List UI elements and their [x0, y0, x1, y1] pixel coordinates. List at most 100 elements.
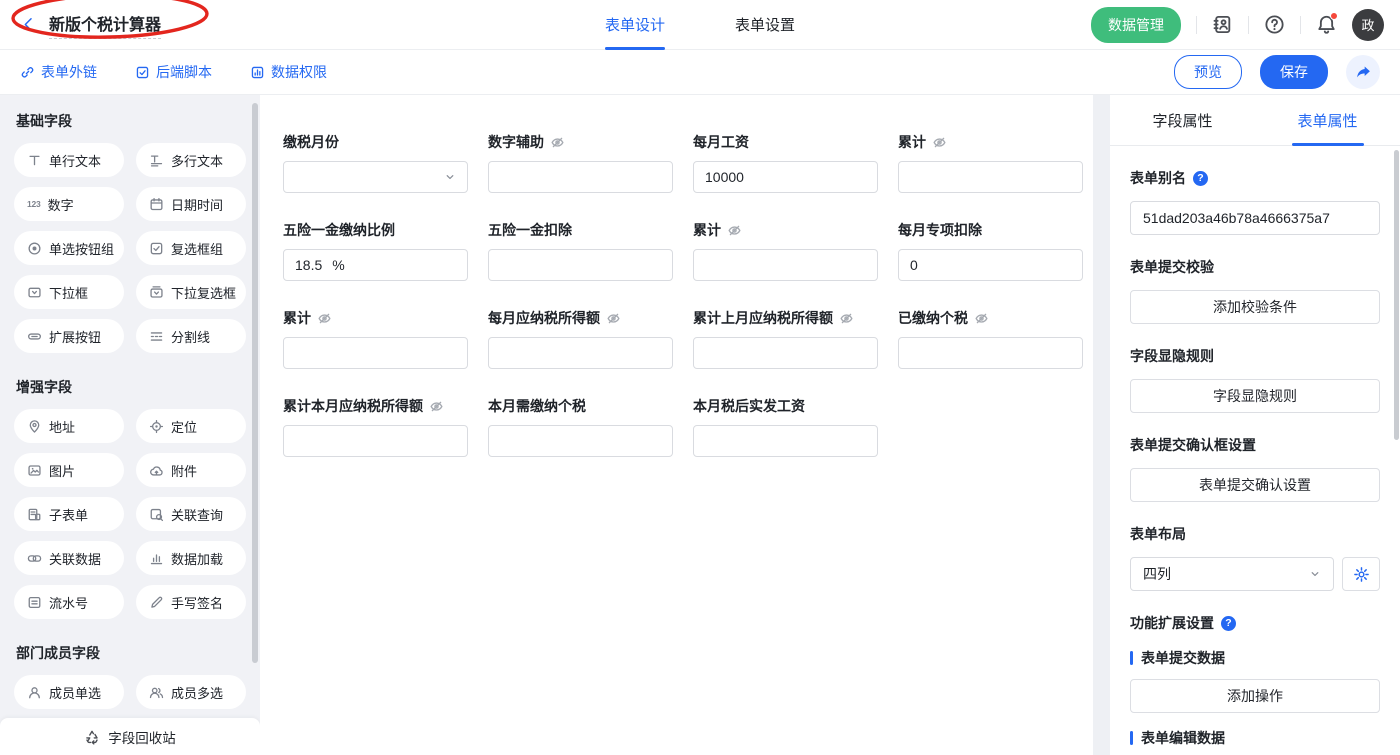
- form-field[interactable]: 每月工资10000: [693, 133, 878, 193]
- form-field[interactable]: 本月税后实发工资: [693, 397, 878, 457]
- sidebar-item-subform[interactable]: 子表单: [14, 497, 124, 531]
- member-multi-icon: [149, 685, 164, 700]
- sidebar-item-datetime[interactable]: 日期时间: [136, 187, 246, 221]
- data-permission-link[interactable]: 数据权限: [250, 62, 327, 82]
- field-input[interactable]: [488, 337, 673, 369]
- confirm-box-button[interactable]: 表单提交确认设置: [1130, 468, 1380, 502]
- question-help-icon[interactable]: ?: [1193, 171, 1208, 186]
- sidebar-item-linked-data[interactable]: 关联数据: [14, 541, 124, 575]
- form-field[interactable]: 本月需缴纳个税: [488, 397, 673, 457]
- tab-form-properties[interactable]: 表单属性: [1255, 95, 1400, 145]
- help-icon[interactable]: [1264, 14, 1285, 35]
- sidebar-item-label: 子表单: [49, 505, 88, 524]
- sidebar-item-select[interactable]: 下拉框: [14, 275, 124, 309]
- form-field[interactable]: 累计: [693, 221, 878, 281]
- field-recycle-bin[interactable]: 字段回收站: [0, 718, 260, 755]
- save-button[interactable]: 保存: [1260, 55, 1328, 89]
- sidebar-item-divider[interactable]: 分割线: [136, 319, 246, 353]
- question-help-icon[interactable]: ?: [1221, 616, 1236, 631]
- form-field[interactable]: 五险一金扣除: [488, 221, 673, 281]
- form-field[interactable]: 五险一金缴纳比例 18.5%: [283, 221, 468, 281]
- form-alias-input[interactable]: 51dad203a46b78a4666375a7: [1130, 201, 1380, 235]
- sidebar-item-multi-select[interactable]: 下拉复选框: [136, 275, 246, 309]
- sidebar-item-address[interactable]: 地址: [14, 409, 124, 443]
- form-external-link[interactable]: 表单外链: [20, 62, 97, 82]
- single-line-text-icon: [27, 153, 42, 168]
- sidebar-item-single-line-text[interactable]: 单行文本: [14, 143, 124, 177]
- backend-script-link[interactable]: 后端脚本: [135, 62, 212, 82]
- form-field[interactable]: 数字辅助: [488, 133, 673, 193]
- sidebar-item-serial-number[interactable]: 流水号: [14, 585, 124, 619]
- field-input[interactable]: 10000: [693, 161, 878, 193]
- field-label-text: 已缴纳个税: [898, 308, 968, 328]
- field-input[interactable]: [283, 425, 468, 457]
- field-value: 0: [910, 257, 918, 273]
- form-field[interactable]: 每月专项扣除0: [898, 221, 1083, 281]
- sidebar-item-multi-line-text[interactable]: 多行文本: [136, 143, 246, 177]
- contacts-icon[interactable]: [1212, 14, 1233, 35]
- field-input[interactable]: [693, 337, 878, 369]
- add-action-submit-button[interactable]: 添加操作: [1130, 679, 1380, 713]
- form-field[interactable]: 已缴纳个税: [898, 309, 1083, 369]
- main-tabs: 表单设计 表单设置: [605, 0, 795, 50]
- share-button[interactable]: [1346, 55, 1380, 89]
- divider: [1248, 16, 1249, 34]
- field-input[interactable]: [898, 337, 1083, 369]
- sidebar-item-locate[interactable]: 定位: [136, 409, 246, 443]
- sidebar-item-attachment[interactable]: 附件: [136, 453, 246, 487]
- sidebar-sections: 基础字段单行文本多行文本123数字日期时间单选按钮组复选框组下拉框下拉复选框扩展…: [0, 111, 260, 753]
- field-input[interactable]: [693, 249, 878, 281]
- form-canvas[interactable]: 缴税月份数字辅助每月工资10000累计五险一金缴纳比例18.5%五险一金扣除累计…: [260, 95, 1093, 755]
- field-select[interactable]: [283, 161, 468, 193]
- field-input[interactable]: [693, 425, 878, 457]
- sidebar-item-checkbox-group[interactable]: 复选框组: [136, 231, 246, 265]
- field-input[interactable]: [488, 249, 673, 281]
- sidebar-item-member-multi[interactable]: 成员多选: [136, 675, 246, 709]
- add-validation-button[interactable]: 添加校验条件: [1130, 290, 1380, 324]
- back-chevron-icon[interactable]: [20, 16, 37, 33]
- radio-group-icon: [27, 241, 42, 256]
- field-label-text: 数字辅助: [488, 132, 544, 152]
- sidebar-item-data-load[interactable]: 数据加载: [136, 541, 246, 575]
- sidebar-item-linked-query[interactable]: 关联查询: [136, 497, 246, 531]
- submit-validation-heading: 表单提交校验: [1130, 257, 1380, 277]
- group-label: 表单提交数据: [1141, 648, 1225, 668]
- avatar[interactable]: 政: [1352, 9, 1384, 41]
- field-input[interactable]: [488, 161, 673, 193]
- sidebar-item-number[interactable]: 123数字: [14, 187, 124, 221]
- field-input[interactable]: [488, 425, 673, 457]
- field-input[interactable]: [283, 337, 468, 369]
- field-label-text: 五险一金缴纳比例: [283, 220, 395, 240]
- group-marker: [1130, 651, 1133, 665]
- tab-form-settings[interactable]: 表单设置: [735, 0, 795, 50]
- sidebar-item-signature[interactable]: 手写签名: [136, 585, 246, 619]
- field-input[interactable]: 0: [898, 249, 1083, 281]
- sidebar-item-image[interactable]: 图片: [14, 453, 124, 487]
- notification-bell-icon[interactable]: [1316, 14, 1337, 35]
- tab-form-design[interactable]: 表单设计: [605, 0, 665, 50]
- sidebar-item-extend-button[interactable]: 扩展按钮: [14, 319, 124, 353]
- sidebar-item-radio-group[interactable]: 单选按钮组: [14, 231, 124, 265]
- sidebar-scrollbar[interactable]: [252, 103, 258, 663]
- visibility-rules-button[interactable]: 字段显隐规则: [1130, 379, 1380, 413]
- form-layout-select[interactable]: 四列: [1130, 557, 1334, 591]
- form-field[interactable]: 累计本月应纳税所得额: [283, 397, 468, 457]
- sidebar-section-title: 部门成员字段: [16, 643, 246, 663]
- data-manage-button[interactable]: 数据管理: [1091, 7, 1181, 43]
- layout-settings-button[interactable]: [1342, 557, 1380, 591]
- preview-button[interactable]: 预览: [1174, 55, 1242, 89]
- divider: [1300, 16, 1301, 34]
- form-field[interactable]: 每月应纳税所得额: [488, 309, 673, 369]
- tab-field-properties[interactable]: 字段属性: [1110, 95, 1255, 145]
- sidebar-item-label: 数据加载: [171, 549, 223, 568]
- panel-scrollbar[interactable]: [1394, 150, 1399, 440]
- form-field[interactable]: 累计上月应纳税所得额: [693, 309, 878, 369]
- sidebar-item-member-single[interactable]: 成员单选: [14, 675, 124, 709]
- sidebar-item-label: 单选按钮组: [49, 239, 114, 258]
- field-input[interactable]: 18.5%: [283, 249, 468, 281]
- field-input[interactable]: [898, 161, 1083, 193]
- form-field[interactable]: 累计: [898, 133, 1083, 193]
- field-label: 缴税月份: [283, 133, 468, 151]
- form-field[interactable]: 累计: [283, 309, 468, 369]
- form-field[interactable]: 缴税月份: [283, 133, 468, 193]
